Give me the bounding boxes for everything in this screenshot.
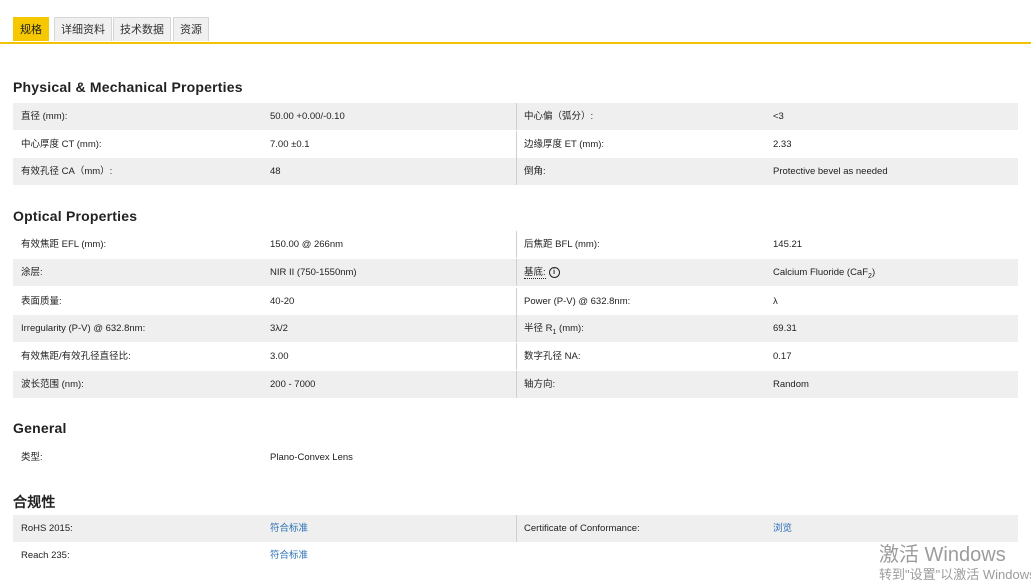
activation-watermark-title: 激活 Windows xyxy=(879,544,1006,566)
substrate-label[interactable]: 基底: i xyxy=(524,259,560,286)
table-row: Reach 235: 符合标准 xyxy=(13,542,1018,569)
spec-value: NIR II (750-1550nm) xyxy=(270,267,357,278)
spec-label: 类型: xyxy=(21,452,43,463)
spec-label: 后焦距 BFL (mm): xyxy=(524,239,600,250)
spec-value: Plano-Convex Lens xyxy=(270,452,353,463)
spec-label: Reach 235: xyxy=(21,550,70,561)
spec-label: Power (P-V) @ 632.8nm: xyxy=(524,296,631,307)
spec-value: 7.00 ±0.1 xyxy=(270,139,310,150)
spec-label: 有效焦距/有效孔径直径比: xyxy=(21,351,131,362)
spec-value: 3.00 xyxy=(270,351,289,362)
spec-value: 48 xyxy=(270,166,281,177)
spec-value: 200 - 7000 xyxy=(270,379,316,390)
spec-value: Calcium Fluoride (CaF2) xyxy=(773,267,876,280)
spec-label: 中心偏（弧分）: xyxy=(524,111,594,122)
column-divider xyxy=(516,131,517,158)
spec-label: Certificate of Conformance: xyxy=(524,523,640,534)
spec-label: 表面质量: xyxy=(21,296,62,307)
column-divider xyxy=(516,103,517,130)
spec-label: 涂层: xyxy=(21,267,43,278)
column-divider xyxy=(516,288,517,315)
reach-link[interactable]: 符合标准 xyxy=(270,542,308,569)
section-title-physical: Physical & Mechanical Properties xyxy=(13,79,243,95)
spec-value: 40-20 xyxy=(270,296,295,307)
table-row: 类型: Plano-Convex Lens xyxy=(13,444,1018,471)
activation-watermark-subtitle: 转到"设置"以激活 Windows xyxy=(879,567,1031,582)
spec-value: 150.00 @ 266nm xyxy=(270,239,344,250)
info-icon[interactable]: i xyxy=(548,266,560,278)
spec-value: 50.00 +0.00/-0.10 xyxy=(270,111,345,122)
spec-value: λ xyxy=(773,296,778,307)
certificate-view-link[interactable]: 浏览 xyxy=(773,515,792,542)
spec-value: 3λ/2 xyxy=(270,323,288,334)
spec-label: 有效焦距 EFL (mm): xyxy=(21,239,107,250)
tab-bar: 规格 详细资料 技术数据 资源 xyxy=(0,0,1031,44)
column-divider xyxy=(516,231,517,258)
spec-value: 145.21 xyxy=(773,239,803,250)
spec-label: 半径 R1 (mm): xyxy=(524,323,584,336)
table-row: 中心厚度 CT (mm): 7.00 ±0.1 边缘厚度 ET (mm): 2.… xyxy=(13,131,1018,158)
table-row: 有效孔径 CA（mm）: 48 倒角: Protective bevel as … xyxy=(13,158,1018,185)
table-row: 有效焦距/有效孔径直径比: 3.00 数字孔径 NA: 0.17 xyxy=(13,343,1018,370)
section-title-general: General xyxy=(13,420,67,436)
section-title-compliance: 合规性 xyxy=(13,494,56,510)
column-divider xyxy=(516,343,517,370)
spec-value: Random xyxy=(773,379,809,390)
tab-specs[interactable]: 规格 xyxy=(13,17,49,41)
column-divider xyxy=(516,371,517,398)
column-divider xyxy=(516,158,517,185)
table-row: 有效焦距 EFL (mm): 150.00 @ 266nm 后焦距 BFL (m… xyxy=(13,231,1018,258)
spec-label: 直径 (mm): xyxy=(21,111,68,122)
table-row: 波长范围 (nm): 200 - 7000 轴方向: Random xyxy=(13,371,1018,398)
table-row: 表面质量: 40-20 Power (P-V) @ 632.8nm: λ xyxy=(13,288,1018,315)
spec-label: RoHS 2015: xyxy=(21,523,73,534)
table-row: 直径 (mm): 50.00 +0.00/-0.10 中心偏（弧分）: <3 xyxy=(13,103,1018,130)
spec-label: 中心厚度 CT (mm): xyxy=(21,139,102,150)
table-row: RoHS 2015: 符合标准 Certificate of Conforman… xyxy=(13,515,1018,542)
spec-label: 有效孔径 CA（mm）: xyxy=(21,166,113,177)
spec-label: 轴方向: xyxy=(524,379,556,390)
spec-value: 0.17 xyxy=(773,351,792,362)
section-title-optical: Optical Properties xyxy=(13,208,138,224)
column-divider xyxy=(516,315,517,342)
table-row: Irregularity (P-V) @ 632.8nm: 3λ/2 半径 R1… xyxy=(13,315,1018,342)
tab-resources[interactable]: 资源 xyxy=(173,17,209,41)
rohs-link[interactable]: 符合标准 xyxy=(270,515,308,542)
spec-label: 倒角: xyxy=(524,166,546,177)
spec-label: 边缘厚度 ET (mm): xyxy=(524,139,605,150)
column-divider xyxy=(516,515,517,542)
spec-value: Protective bevel as needed xyxy=(773,166,888,177)
spec-value: 2.33 xyxy=(773,139,792,150)
tab-technical-data[interactable]: 技术数据 xyxy=(113,17,171,41)
spec-value: 69.31 xyxy=(773,323,797,334)
column-divider xyxy=(516,259,517,286)
table-row: 涂层: NIR II (750-1550nm) 基底: i Calcium Flu… xyxy=(13,259,1018,286)
spec-label: 波长范围 (nm): xyxy=(21,379,84,390)
spec-label: 数字孔径 NA: xyxy=(524,351,581,362)
spec-value: <3 xyxy=(773,111,784,122)
spec-label: Irregularity (P-V) @ 632.8nm: xyxy=(21,323,146,334)
spec-label: 基底: xyxy=(524,267,546,279)
tab-details[interactable]: 详细资料 xyxy=(54,17,112,41)
